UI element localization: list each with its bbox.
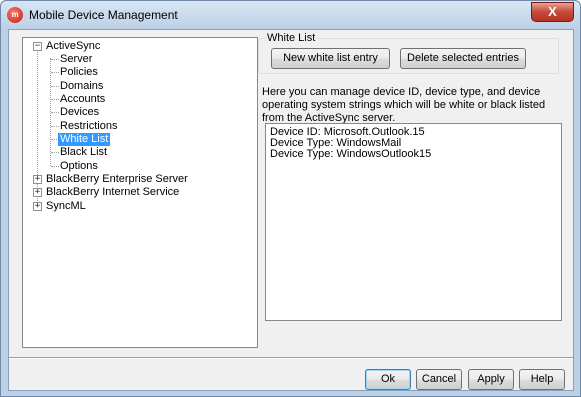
tree-item-accounts[interactable]: Accounts xyxy=(23,93,253,106)
tree-item-label: BlackBerry Enterprise Server xyxy=(46,173,188,185)
title-bar[interactable]: m Mobile Device Management X xyxy=(1,1,580,29)
tree-item-white-list[interactable]: White List xyxy=(23,133,253,146)
tree-item-label: Black List xyxy=(60,146,108,158)
cancel-button[interactable]: Cancel xyxy=(416,369,462,390)
tree-item-label: SyncML xyxy=(46,200,86,212)
help-button[interactable]: Help xyxy=(519,369,565,390)
white-list-groupbox: White List New white list entry Delete s… xyxy=(258,32,559,74)
groupbox-title: White List xyxy=(265,32,318,44)
tree-item-activesync[interactable]: − ActiveSync xyxy=(23,40,253,53)
expand-icon[interactable]: + xyxy=(33,202,42,211)
tree-item-label: Devices xyxy=(60,106,100,118)
tree-item-blackberry-internet-service[interactable]: + BlackBerry Internet Service xyxy=(23,186,253,199)
tree-item-label: Policies xyxy=(60,66,98,78)
dialog-client-area: − ActiveSync Server Policies Domains Acc… xyxy=(8,29,574,391)
close-button[interactable]: X xyxy=(531,2,574,22)
tree-item-label: Domains xyxy=(60,80,104,92)
white-list-description: Here you can manage device ID, device ty… xyxy=(262,86,546,124)
tree-item-blackberry-enterprise-server[interactable]: + BlackBerry Enterprise Server xyxy=(23,173,253,186)
expand-icon[interactable]: + xyxy=(33,188,42,197)
tree-item-black-list[interactable]: Black List xyxy=(23,146,253,159)
tree-item-label: ActiveSync xyxy=(46,40,101,52)
tree-item-label: BlackBerry Internet Service xyxy=(46,186,180,198)
tree-item-label: Options xyxy=(60,160,98,172)
footer-separator xyxy=(9,357,573,359)
tree-item-policies[interactable]: Policies xyxy=(23,66,253,79)
white-list-entries-listbox[interactable]: Device ID: Microsoft.Outlook.15 Device T… xyxy=(265,123,562,321)
tree-item-label: Accounts xyxy=(60,93,106,105)
delete-selected-entries-button[interactable]: Delete selected entries xyxy=(400,48,526,69)
list-item[interactable]: Device Type: WindowsOutlook15 xyxy=(270,149,431,160)
ok-button[interactable]: Ok xyxy=(365,369,411,390)
tree-item-syncml[interactable]: + SyncML xyxy=(23,200,253,213)
window-title: Mobile Device Management xyxy=(29,8,178,22)
collapse-icon[interactable]: − xyxy=(33,42,42,51)
tree-item-label: Server xyxy=(60,53,93,65)
expand-icon[interactable]: + xyxy=(33,175,42,184)
tree-item-options[interactable]: Options xyxy=(23,160,253,173)
dialog-window: m Mobile Device Management X − ActiveSyn… xyxy=(0,0,581,397)
settings-tree[interactable]: − ActiveSync Server Policies Domains Acc… xyxy=(22,37,258,348)
tree-item-label: Restrictions xyxy=(60,120,118,132)
tree-item-label-selected: White List xyxy=(58,133,111,146)
tree-item-server[interactable]: Server xyxy=(23,53,253,66)
apply-button[interactable]: Apply xyxy=(468,369,514,390)
tree-item-devices[interactable]: Devices xyxy=(23,106,253,119)
new-white-list-entry-button[interactable]: New white list entry xyxy=(271,48,390,69)
app-logo-icon: m xyxy=(7,7,23,23)
tree-item-domains[interactable]: Domains xyxy=(23,80,253,93)
tree-item-restrictions[interactable]: Restrictions xyxy=(23,120,253,133)
